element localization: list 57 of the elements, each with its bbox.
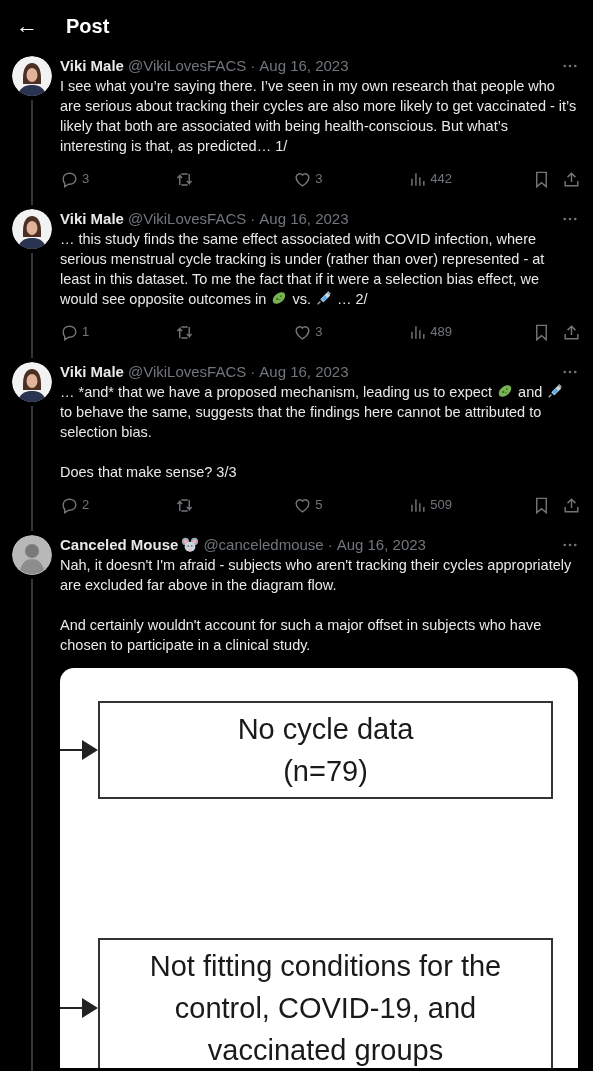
- reply-button[interactable]: 1: [60, 322, 176, 342]
- diagram-text: vaccinated groups: [207, 1033, 444, 1068]
- post-date[interactable]: Aug 16, 2023: [336, 535, 426, 555]
- share-button[interactable]: [562, 495, 581, 515]
- reply-icon: [60, 495, 79, 515]
- post-text: Does that make sense? 3/3: [60, 463, 238, 482]
- reply-button[interactable]: 2: [60, 495, 176, 515]
- views-button[interactable]: 442: [408, 169, 533, 189]
- avatar[interactable]: [12, 362, 52, 402]
- mouse-icon: [181, 536, 200, 554]
- like-button[interactable]: 5: [293, 495, 409, 515]
- post-text: I see what you’re saying there. I’ve seen in my own research that people who are serious about tracking their cycles are also more likely to get vaccinated - it’s likely that both are associated with being health-conscious. But what’s interesting is that, as predicted… 1/: [60, 77, 578, 156]
- diagram-text: No cycle data: [237, 712, 414, 747]
- post-date[interactable]: Aug 16, 2023: [259, 56, 349, 76]
- like-button[interactable]: 3: [293, 322, 409, 342]
- syringe-icon: [315, 289, 333, 307]
- avatar[interactable]: [12, 209, 52, 249]
- post-text: And certainly wouldn't account for such a major offset in subjects who have chosen to participate in a clinical study.: [60, 616, 543, 655]
- attached-image[interactable]: No cycle data (n=79) Not fitting conditions for the control, COVID-19, and vaccinated groups: [60, 668, 578, 1068]
- separator-dot: ·: [327, 535, 333, 555]
- separator-dot: ·: [250, 362, 256, 382]
- author-handle[interactable]: @VikiLovesFACS: [127, 362, 247, 382]
- page-title: Post: [66, 14, 110, 39]
- post-text: Nah, it doesn't I'm afraid - subjects who aren't tracking their cycles appropriately are excluded far above in the diagram flow.: [60, 556, 573, 595]
- author-name[interactable]: Viki Male: [60, 209, 124, 229]
- post-date[interactable]: Aug 16, 2023: [259, 209, 349, 229]
- diagram-text: (n=79): [283, 754, 368, 789]
- post-date[interactable]: Aug 16, 2023: [259, 362, 349, 382]
- author-handle[interactable]: @canceledmouse: [203, 535, 324, 555]
- author-handle[interactable]: @VikiLovesFACS: [127, 209, 247, 229]
- share-button[interactable]: [562, 322, 581, 342]
- author-name[interactable]: Viki Male: [60, 56, 124, 76]
- views-button[interactable]: 509: [408, 495, 533, 515]
- arrow-icon: [60, 740, 98, 760]
- share-button[interactable]: [562, 169, 581, 189]
- author-name[interactable]: Canceled Mouse: [60, 535, 179, 555]
- post-text: … *and* that we have a proposed mechanism, leading us to expect and to behave the same, suggests that the findings here cannot be attributed to selection bias.: [60, 382, 581, 442]
- avatar[interactable]: [12, 56, 52, 96]
- reply-icon: [60, 169, 79, 189]
- avatar[interactable]: [12, 535, 52, 575]
- views-button[interactable]: 489: [408, 322, 533, 342]
- share-icon: [562, 169, 581, 189]
- share-icon: [562, 495, 581, 515]
- back-button[interactable]: ←: [16, 15, 36, 37]
- author-name[interactable]: Viki Male: [60, 362, 124, 382]
- share-icon: [562, 322, 581, 342]
- diagram-text: Not fitting conditions for the: [149, 949, 502, 984]
- separator-dot: ·: [250, 209, 256, 229]
- author-handle[interactable]: @VikiLovesFACS: [127, 56, 247, 76]
- arrow-icon: [60, 998, 98, 1018]
- syringe-icon: [546, 382, 565, 400]
- separator-dot: ·: [250, 56, 256, 76]
- diagram-text: control, COVID-19, and: [174, 991, 477, 1026]
- reply-button[interactable]: 3: [60, 169, 176, 189]
- reply-icon: [60, 322, 79, 342]
- post-text: … this study finds the same effect associated with COVID infection, where serious menstrual cycle tracking is under (rather than over) represented - at least in this dataset. To me the fact that if it were a selection bias effect, we would see opposite outcomes in vs. … 2/: [60, 230, 546, 309]
- like-button[interactable]: 3: [293, 169, 409, 189]
